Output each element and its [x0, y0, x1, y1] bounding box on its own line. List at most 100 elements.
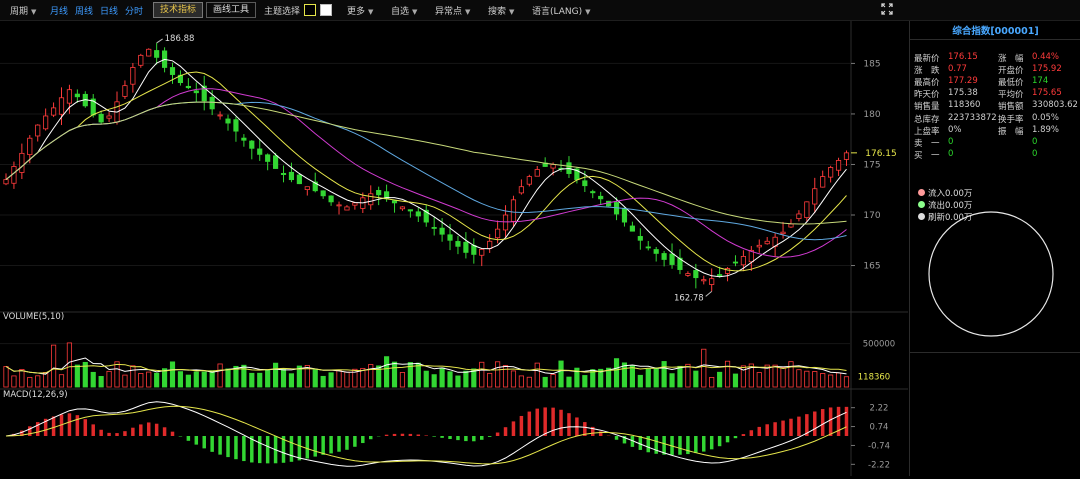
quote-label: 卖 一: [914, 138, 940, 149]
volume-bar: [368, 364, 374, 388]
candle-body: [376, 189, 382, 196]
candle-body: [835, 160, 842, 171]
volume-bar: [320, 375, 326, 388]
volume-bar: [193, 371, 199, 388]
theme-light-swatch[interactable]: [320, 4, 332, 16]
volume-bar: [677, 365, 683, 388]
volume-bar: [812, 371, 818, 388]
candle-body: [296, 174, 302, 185]
abnormal-point-menu[interactable]: 异常点 ▼: [435, 4, 470, 17]
quote-value: 0: [1032, 148, 1038, 159]
candle-body: [590, 191, 596, 194]
quote-value: 0%: [948, 124, 962, 135]
candle-body: [19, 152, 25, 173]
volume-bars: [3, 342, 850, 388]
candle-body: [249, 140, 255, 149]
quote-row: 最新价 176.15 涨 幅 0.44%: [914, 52, 1079, 64]
volume-bar: [280, 368, 287, 388]
volume-bar: [98, 376, 104, 388]
day-line-button[interactable]: 日线: [100, 4, 118, 17]
minute-line-button[interactable]: 分时: [125, 4, 143, 17]
quote-value: 175.65: [1032, 88, 1062, 99]
candle-body: [479, 248, 485, 256]
volume-bar: [50, 344, 57, 388]
volume-bar: [154, 372, 160, 388]
volume-bar: [169, 361, 176, 388]
quote-value: 177.29: [948, 76, 978, 87]
quote-row: 销售量 118360 销售额 330803.62: [914, 100, 1079, 112]
volume-bar: [820, 373, 826, 388]
macd-tick-label: 0.74: [870, 423, 889, 433]
candle-body: [233, 119, 239, 132]
candle-body: [637, 236, 643, 241]
volume-bar: [431, 374, 437, 388]
chevron-down-icon: ▼: [585, 8, 591, 16]
macd-histogram: [5, 401, 849, 467]
kline-chart[interactable]: 185 180 175 170 165 186.88 162.78 176.15 VOLUME(…: [0, 21, 908, 476]
volume-bar: [510, 370, 517, 388]
candle-body: [661, 253, 667, 260]
volume-bar: [685, 363, 691, 388]
week-line-button[interactable]: 周线: [75, 4, 93, 17]
axis-labels: 185 180 175 170 165 186.88 162.78 176.15 VOLUME(…: [3, 34, 897, 470]
candle-body: [510, 199, 517, 222]
candle-body: [701, 279, 707, 282]
volume-title: VOLUME(5,10): [3, 312, 64, 322]
volume-bar: [661, 361, 667, 388]
fullscreen-icon[interactable]: [881, 3, 893, 15]
candle-body: [27, 137, 33, 156]
self-select-menu[interactable]: 自选 ▼: [391, 4, 417, 17]
candle-body: [756, 244, 762, 248]
volume-bar: [391, 361, 398, 388]
candle-body: [415, 211, 421, 217]
volume-bar: [3, 366, 9, 388]
quote-value: 0: [948, 136, 954, 147]
tech-indicator-button[interactable]: 技术指标: [153, 2, 204, 18]
volume-bar: [114, 361, 120, 388]
quote-label: 销售量: [914, 102, 940, 113]
quote-value: 175.92: [1032, 64, 1062, 75]
candle-body: [193, 90, 199, 94]
quote-label: 涨 幅: [998, 54, 1024, 64]
quote-label: 平均价: [998, 90, 1024, 101]
volume-bar: [288, 373, 295, 388]
chevron-down-icon: ▼: [412, 8, 418, 16]
chevron-down-icon: ▼: [31, 8, 37, 16]
candle-body: [732, 261, 739, 264]
quote-value: 118360: [948, 100, 981, 111]
volume-bar: [709, 377, 715, 388]
search-menu[interactable]: 搜索 ▼: [488, 4, 514, 17]
month-line-button[interactable]: 月线: [50, 4, 68, 17]
candle-body: [273, 155, 279, 169]
volume-bar: [487, 372, 493, 388]
quote-label: 昨天价: [914, 90, 940, 101]
candle-body: [130, 67, 136, 85]
candle-body: [550, 164, 556, 169]
volume-bar: [177, 371, 184, 388]
candle-body: [154, 50, 160, 58]
candle-body: [653, 249, 659, 254]
candle-body: [788, 223, 794, 228]
quote-row: 买 一 0 0: [914, 149, 1079, 161]
candle-body: [43, 115, 49, 130]
period-menu[interactable]: 周期 ▼: [10, 4, 36, 17]
chart-area[interactable]: 185 180 175 170 165 186.88 162.78 176.15 VOLUME(…: [0, 21, 908, 476]
volume-bar: [582, 375, 588, 388]
low-marker: [705, 290, 713, 297]
volume-bar: [58, 374, 65, 388]
candle-body: [74, 93, 80, 98]
language-menu[interactable]: 语言(LANG) ▼: [532, 4, 591, 17]
candle-body: [328, 195, 334, 203]
candle-body: [598, 195, 604, 200]
quote-value: 175.38: [948, 88, 978, 99]
volume-bar: [146, 371, 152, 388]
candle-body: [812, 188, 818, 205]
more-menu[interactable]: 更多 ▼: [347, 4, 373, 17]
candle-body: [257, 148, 263, 155]
candles: [3, 42, 850, 292]
quote-row: 卖 一 0 0: [914, 137, 1079, 149]
theme-dark-swatch[interactable]: [304, 4, 316, 16]
candle-body: [169, 67, 176, 75]
fund-flow-pie: [928, 211, 1054, 337]
draw-tools-button[interactable]: 画线工具: [206, 2, 257, 18]
